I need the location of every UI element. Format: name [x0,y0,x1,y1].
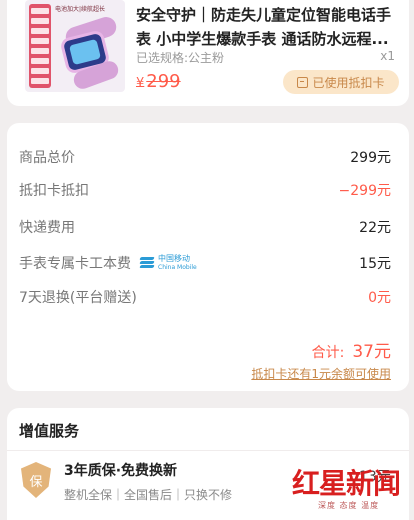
row-label: 快递费用 [19,220,75,236]
warranty-service-description: 整机全保｜全国售后｜只换不修 [64,488,233,502]
row-label: 7天退换(平台赠送) [19,290,137,306]
thumbnail-feature-strip [29,4,51,88]
row-value: 22元 [359,220,391,236]
shield-char: 保 [29,474,43,490]
summary-row-goods-total: 商品总价 299元 [19,145,391,169]
total-value: 37元 [352,342,391,362]
row-value: −299元 [338,183,391,199]
summary-row-sim-card-fee: 手表专属卡工本费 中国移动 China Mobile 15元 [19,251,391,275]
summary-row-7day-return: 7天退换(平台赠送) 0元 [19,285,391,309]
row-label: 商品总价 [19,150,75,166]
row-label: 手表专属卡工本费 中国移动 China Mobile [19,253,197,273]
watermark-slogan: 深度 态度 温度 [318,501,380,510]
row-value: 0元 [368,290,391,306]
total-label: 合计: [311,345,345,361]
voucher-button-label: 已使用抵扣卡 [312,75,385,90]
row-value: 15元 [359,256,391,272]
news-watermark: 红星新闻 深度 态度 温度 [286,462,410,518]
currency-symbol: ¥ [136,76,145,91]
summary-row-voucher-deduction: 抵扣卡抵扣 −299元 [19,178,391,202]
china-mobile-en: China Mobile [158,264,197,271]
original-price: ¥299 [136,71,181,92]
selected-spec: 已选规格:公主粉 [136,51,225,65]
product-thumbnail[interactable]: 电池加大|续航超长 [25,0,125,92]
warranty-shield-icon: 保 [21,462,51,498]
voucher-used-button[interactable]: 已使用抵扣卡 [283,70,399,94]
row-label-text: 手表专属卡工本费 [19,256,131,272]
summary-row-shipping: 快递费用 22元 [19,215,391,239]
china-mobile-logo: 中国移动 China Mobile [139,254,197,272]
order-summary-card: 商品总价 299元 抵扣卡抵扣 −299元 快递费用 22元 手表专属卡工本费 … [7,123,409,391]
warranty-service-name[interactable]: 3年质保·免费换新 [64,460,177,480]
voucher-card-icon [297,76,309,88]
product-card: 电池加大|续航超长 安全守护｜防走失儿童定位智能电话手表 小中学生爆款手表 通话… [7,0,409,106]
row-value: 299元 [350,150,391,166]
thumbnail-tagline: 电池加大|续航超长 [55,6,106,13]
voucher-remaining-link[interactable]: 抵扣卡还有1元余额可使用 [251,365,391,382]
row-label: 抵扣卡抵扣 [19,183,89,199]
china-mobile-icon [139,256,155,270]
section-title: 增值服务 [19,422,80,440]
quantity: x1 [380,49,395,63]
order-total: 合计: 37元 [312,337,391,362]
product-title[interactable]: 安全守护｜防走失儿童定位智能电话手表 小中学生爆款手表 通话防水远程... [136,3,402,51]
china-mobile-cn: 中国移动 [158,254,190,263]
original-price-value: 299 [146,71,181,92]
divider [7,450,409,451]
watermark-brand: 红星新闻 [292,467,401,500]
